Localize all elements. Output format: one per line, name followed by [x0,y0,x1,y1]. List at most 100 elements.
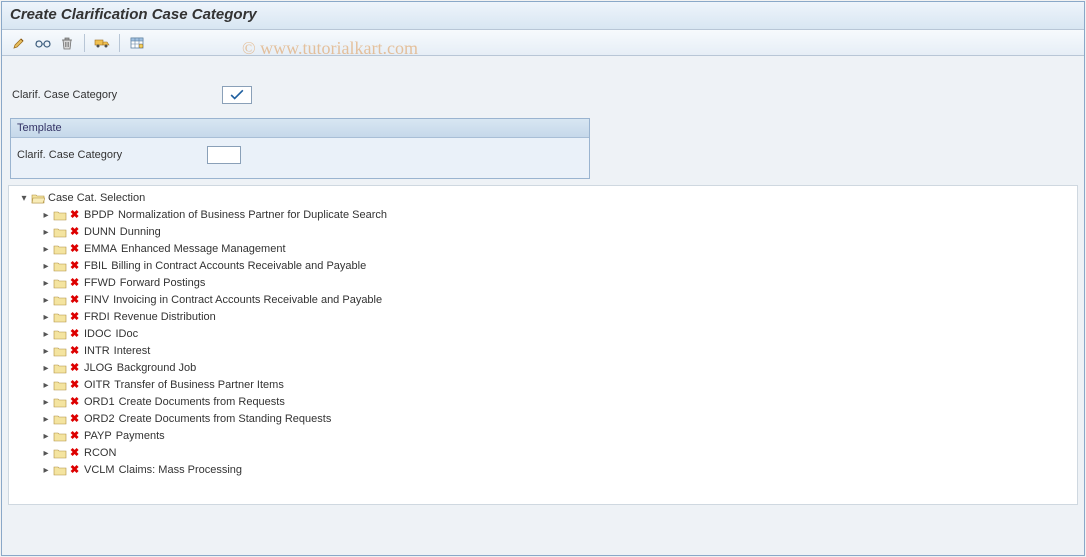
tree-item-code: EMMA [84,241,117,258]
edit-button[interactable] [8,33,30,53]
template-category-input[interactable] [207,146,241,164]
chevron-right-icon[interactable]: ▸ [41,262,51,272]
truck-icon [94,37,110,49]
tree-item-desc: Interest [114,343,151,360]
delete-x-icon: ✖ [70,360,80,377]
delete-x-icon: ✖ [70,224,80,241]
chevron-right-icon[interactable]: ▸ [41,228,51,238]
tree-item-code: BPDP [84,207,114,224]
tree-item[interactable]: ▸✖INTRInterest [37,343,1077,360]
folder-icon [53,431,67,442]
delete-x-icon: ✖ [70,275,80,292]
tree-item-desc: Create Documents from Requests [119,394,285,411]
tree-item-code: VCLM [84,462,115,479]
tree-item-code: PAYP [84,428,112,445]
tree-item-desc: Background Job [117,360,197,377]
tree-item[interactable]: ▸✖IDOCIDoc [37,326,1077,343]
chevron-right-icon[interactable]: ▸ [41,466,51,476]
tree-item-code: ORD1 [84,394,115,411]
tree-root-label: Case Cat. Selection [48,190,145,207]
chevron-right-icon[interactable]: ▸ [41,279,51,289]
tree-item[interactable]: ▸ ✖JLOGBackground Job [37,360,1077,377]
chevron-right-icon[interactable]: ▸ [41,211,51,221]
field-label-category: Clarif. Case Category [12,89,212,101]
tree-item[interactable]: ▸✖FRDIRevenue Distribution [37,309,1077,326]
chevron-right-icon[interactable]: ▸ [41,364,51,374]
tree-item[interactable]: ▸✖EMMAEnhanced Message Management [37,241,1077,258]
delete-x-icon: ✖ [70,258,80,275]
trash-icon [61,36,73,50]
delete-x-icon: ✖ [70,445,80,462]
chevron-right-icon[interactable]: ▸ [41,296,51,306]
field-row-category: Clarif. Case Category [2,56,1084,114]
delete-x-icon: ✖ [70,343,80,360]
panel-body: Clarif. Case Category [11,138,589,178]
panel-header: Template [11,119,589,138]
tree-item[interactable]: ▸✖FFWDForward Postings [37,275,1077,292]
pencil-icon [12,36,26,50]
chevron-right-icon[interactable]: ▸ [41,449,51,459]
chevron-right-icon[interactable]: ▸ [41,398,51,408]
chevron-right-icon[interactable]: ▸ [41,381,51,391]
delete-x-icon: ✖ [70,309,80,326]
tree-item-code: JLOG [84,360,113,377]
chevron-right-icon[interactable]: ▸ [41,245,51,255]
toolbar-separator [119,34,120,52]
delete-x-icon: ✖ [70,411,80,428]
tree-item-code: FBIL [84,258,107,275]
folder-icon [53,414,67,425]
tree-area[interactable]: ▾ Case Cat. Selection ▸✖BPDPNormalizatio… [8,185,1078,505]
folder-icon [53,244,67,255]
template-field-label: Clarif. Case Category [17,149,197,161]
overview-button[interactable] [126,33,148,53]
tree-item[interactable]: ▸✖FBILBilling in Contract Accounts Recei… [37,258,1077,275]
category-input[interactable] [222,86,252,104]
chevron-down-icon[interactable]: ▾ [19,194,29,204]
folder-icon [53,227,67,238]
tree-item-code: OITR [84,377,110,394]
tree-item[interactable]: ▸ ✖VCLMClaims: Mass Processing [37,462,1077,479]
tree-item-code: ORD2 [84,411,115,428]
tree-item[interactable]: ▸✖FINVInvoicing in Contract Accounts Rec… [37,292,1077,309]
tree-item[interactable]: ▸✖DUNNDunning [37,224,1077,241]
chevron-right-icon[interactable]: ▸ [41,313,51,323]
chevron-right-icon[interactable]: ▸ [41,330,51,340]
delete-x-icon: ✖ [70,394,80,411]
tree-item-desc: Enhanced Message Management [121,241,286,258]
tree-item[interactable]: ▸ ✖RCON [37,445,1077,462]
tree-item[interactable]: ▸ ✖ORD1Create Documents from Requests [37,394,1077,411]
table-icon [130,37,144,49]
delete-x-icon: ✖ [70,292,80,309]
tree-item-code: FFWD [84,275,116,292]
app-window: Create Clarification Case Category © www… [1,1,1085,556]
tree-item-code: RCON [84,445,116,462]
tree-item-desc: Normalization of Business Partner for Du… [118,207,387,224]
tree-item[interactable]: ▸✖OITRTransfer of Business Partner Items [37,377,1077,394]
tree-item[interactable]: ▸ ✖ORD2Create Documents from Standing Req… [37,411,1077,428]
delete-x-icon: ✖ [70,462,80,479]
tree-item-desc: Claims: Mass Processing [119,462,242,479]
template-panel: Template Clarif. Case Category [10,118,590,179]
chevron-right-icon[interactable]: ▸ [41,415,51,425]
folder-icon [53,295,67,306]
folder-icon [53,210,67,221]
tree-root: ▾ Case Cat. Selection ▸✖BPDPNormalizatio… [9,190,1077,479]
folder-icon [53,312,67,323]
tree-item-desc: Create Documents from Standing Requests [119,411,332,428]
glasses-icon [35,37,51,49]
transport-button[interactable] [91,33,113,53]
tree-item-desc: Revenue Distribution [114,309,216,326]
toolbar-separator [84,34,85,52]
tree-item-desc: Payments [116,428,165,445]
display-button[interactable] [32,33,54,53]
tree-item[interactable]: ▸✖BPDPNormalization of Business Partner … [37,207,1077,224]
folder-icon [53,448,67,459]
folder-icon [53,465,67,476]
chevron-right-icon[interactable]: ▸ [41,347,51,357]
chevron-right-icon[interactable]: ▸ [41,432,51,442]
tree-item[interactable]: ▸✖PAYPPayments [37,428,1077,445]
folder-icon [53,380,67,391]
tree-root-node[interactable]: ▾ Case Cat. Selection [15,190,1077,207]
folder-icon [53,346,67,357]
delete-button[interactable] [56,33,78,53]
